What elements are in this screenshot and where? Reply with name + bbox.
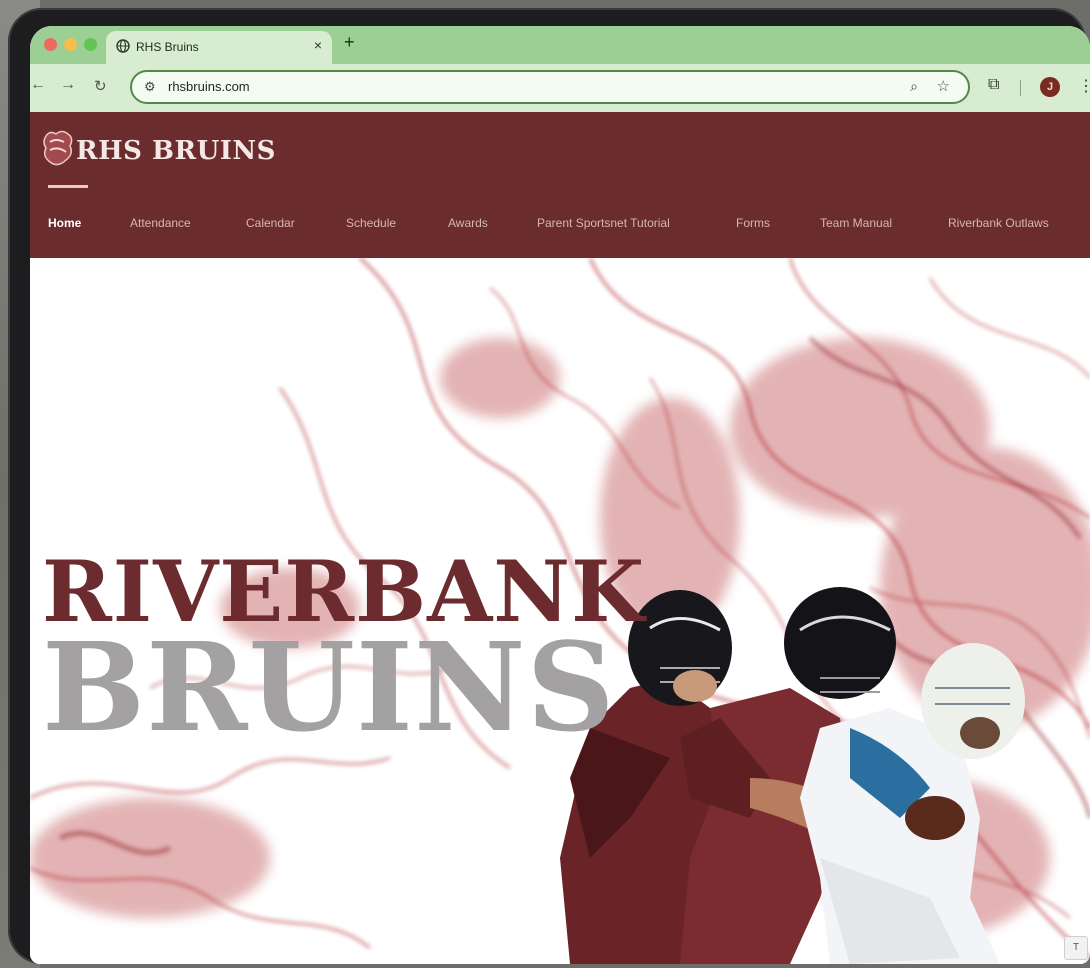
- site-logo-text[interactable]: RHS BRUINS: [76, 136, 276, 166]
- forward-icon[interactable]: →: [60, 76, 76, 94]
- nav-awards[interactable]: Awards: [448, 216, 488, 230]
- minimize-window-button[interactable]: [64, 38, 77, 51]
- corner-widget-button[interactable]: T: [1064, 936, 1088, 960]
- extensions-icon[interactable]: ⧉: [988, 76, 999, 94]
- nav-team-manual[interactable]: Team Manual: [820, 216, 892, 230]
- profile-avatar[interactable]: J: [1040, 77, 1060, 97]
- globe-icon: [116, 39, 130, 53]
- nav-parent-sportsnet-tutorial[interactable]: Parent Sportsnet Tutorial: [537, 216, 670, 230]
- main-nav: Home Attendance Calendar Schedule Awards…: [30, 216, 1090, 238]
- browser-tab[interactable]: RHS Bruins ×: [106, 31, 332, 64]
- address-bar[interactable]: ⚙ rhsbruins.com ⌕ ☆: [130, 70, 970, 104]
- reload-icon[interactable]: ↻: [94, 77, 107, 95]
- nav-attendance[interactable]: Attendance: [130, 216, 191, 230]
- close-tab-icon[interactable]: ×: [314, 37, 322, 53]
- hero-title-bruins: BRUINS: [42, 615, 616, 759]
- nav-riverbank-outlaws[interactable]: Riverbank Outlaws: [948, 216, 1049, 230]
- url-text[interactable]: rhsbruins.com: [168, 79, 250, 94]
- new-tab-button[interactable]: +: [344, 32, 355, 53]
- browser-toolbar: ← → ↻ ⚙ rhsbruins.com ⌕ ☆ ⧉ J ⋮: [30, 64, 1090, 112]
- maximize-window-button[interactable]: [84, 38, 97, 51]
- tab-title: RHS Bruins: [136, 40, 199, 54]
- zoom-icon[interactable]: ⌕: [910, 78, 918, 95]
- star-icon[interactable]: ☆: [937, 77, 950, 95]
- nav-home[interactable]: Home: [48, 216, 81, 230]
- bear-logo-icon[interactable]: [40, 128, 76, 172]
- site-header: RHS BRUINS Home Attendance Calendar Sche…: [30, 112, 1090, 258]
- tablet-frame: RHS Bruins × + ← → ↻ ⚙ rhsbruins.com ⌕ ☆…: [8, 8, 1090, 964]
- nav-schedule[interactable]: Schedule: [346, 216, 396, 230]
- logo-underline: [48, 185, 88, 188]
- menu-icon[interactable]: ⋮: [1078, 76, 1090, 96]
- toolbar-divider: [1020, 80, 1021, 96]
- back-icon[interactable]: ←: [30, 76, 46, 94]
- site-info-icon[interactable]: ⚙: [144, 79, 156, 95]
- hero-banner: RIVERBANK BRUINS T: [30, 258, 1090, 964]
- nav-calendar[interactable]: Calendar: [246, 216, 295, 230]
- nav-forms[interactable]: Forms: [736, 216, 770, 230]
- browser-window: RHS Bruins × + ← → ↻ ⚙ rhsbruins.com ⌕ ☆…: [30, 26, 1090, 964]
- tab-bar: RHS Bruins × +: [30, 26, 1090, 64]
- close-window-button[interactable]: [44, 38, 57, 51]
